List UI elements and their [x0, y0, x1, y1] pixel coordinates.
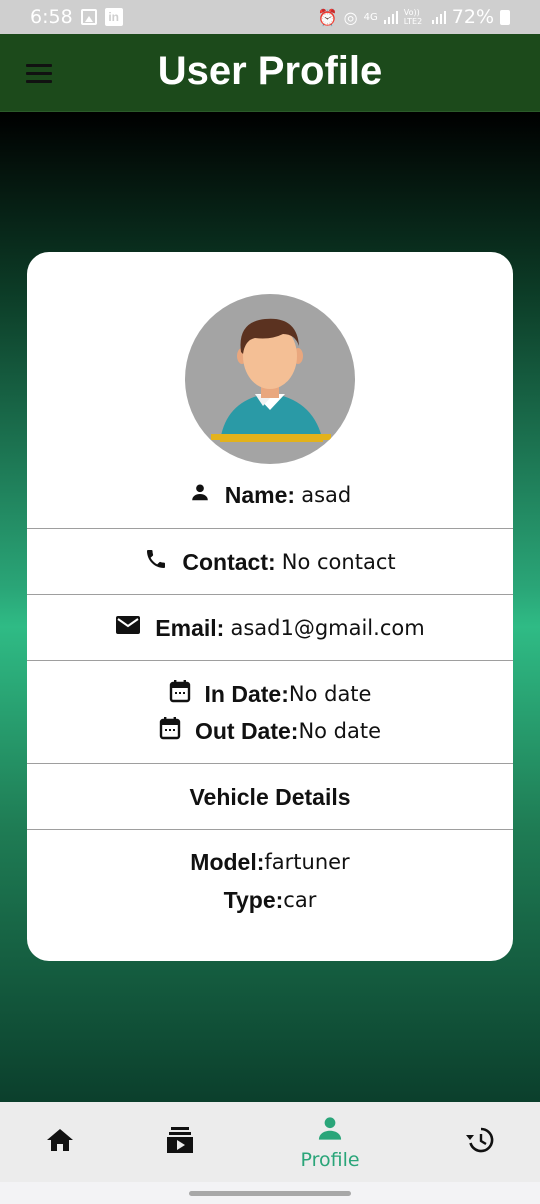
- page-title: User Profile: [157, 49, 383, 93]
- email-label: Email:: [155, 614, 225, 641]
- contact-label: Contact:: [182, 548, 276, 575]
- nav-profile[interactable]: Profile: [290, 1102, 370, 1182]
- name-row: Name: asad: [27, 477, 513, 513]
- profile-card: Name: asad Contact: No contact Email: as…: [27, 252, 513, 961]
- divider: [27, 528, 513, 529]
- nav-slideshow[interactable]: [150, 1102, 210, 1182]
- type-value: car: [283, 888, 317, 912]
- nav-profile-label: Profile: [300, 1148, 360, 1171]
- divider: [27, 763, 513, 764]
- person-icon: [316, 1114, 344, 1147]
- contact-row: Contact: No contact: [27, 544, 513, 580]
- contact-value: No contact: [281, 550, 396, 574]
- signal-icon: [383, 10, 398, 24]
- bottom-navigation: Profile: [0, 1102, 540, 1182]
- vehicle-details-heading: Vehicle Details: [189, 783, 351, 810]
- name-label: Name:: [224, 481, 296, 508]
- divider: [27, 660, 513, 661]
- calendar-icon: [169, 679, 191, 709]
- nav-history[interactable]: [450, 1102, 510, 1182]
- alarm-icon: ⏰: [317, 7, 338, 27]
- in-date-row: In Date: No date: [27, 676, 513, 712]
- divider: [27, 829, 513, 830]
- gallery-notification-icon: [80, 9, 97, 25]
- email-row: Email: asad1@gmail.com: [27, 610, 513, 646]
- hotspot-icon: ◎: [343, 7, 358, 27]
- status-time: 6:58: [30, 6, 73, 28]
- history-icon: [465, 1125, 495, 1160]
- battery-percent: 72%: [451, 6, 494, 28]
- model-row: Model: fartuner: [27, 844, 513, 880]
- app-bar: User Profile: [0, 34, 540, 112]
- in-date-label: In Date:: [204, 680, 289, 707]
- signal-icon-2: [431, 10, 446, 24]
- name-value: asad: [301, 483, 352, 507]
- home-icon: [45, 1126, 75, 1159]
- gesture-bar[interactable]: [189, 1191, 351, 1196]
- battery-icon: [500, 9, 510, 25]
- linkedin-notification-icon: in: [104, 8, 123, 26]
- email-value: asad1@gmail.com: [230, 616, 425, 640]
- type-row: Type: car: [27, 882, 513, 918]
- divider: [27, 594, 513, 595]
- out-date-label: Out Date:: [194, 717, 299, 744]
- nav-home[interactable]: [30, 1102, 90, 1182]
- out-date-row: Out Date: No date: [27, 713, 513, 749]
- slideshow-icon: [165, 1125, 195, 1160]
- email-icon: [115, 614, 141, 642]
- network-type: 4G: [363, 11, 378, 23]
- volte-indicator: Vo)) LTE2: [403, 8, 423, 26]
- type-label: Type:: [223, 886, 284, 913]
- model-label: Model:: [190, 848, 265, 875]
- out-date-value: No date: [298, 719, 382, 743]
- user-avatar-illustration: [185, 294, 355, 464]
- vehicle-details-heading-row: Vehicle Details: [27, 779, 513, 815]
- status-right: ⏰ ◎ 4G Vo)) LTE2 72%: [318, 6, 510, 28]
- status-bar: 6:58 in ⏰ ◎ 4G Vo)) LTE2 72%: [0, 0, 540, 34]
- status-left: 6:58 in: [30, 6, 123, 28]
- model-value: fartuner: [264, 850, 350, 874]
- in-date-value: No date: [288, 682, 372, 706]
- person-icon: [189, 481, 211, 509]
- phone-icon: [144, 547, 168, 577]
- calendar-icon: [159, 716, 181, 746]
